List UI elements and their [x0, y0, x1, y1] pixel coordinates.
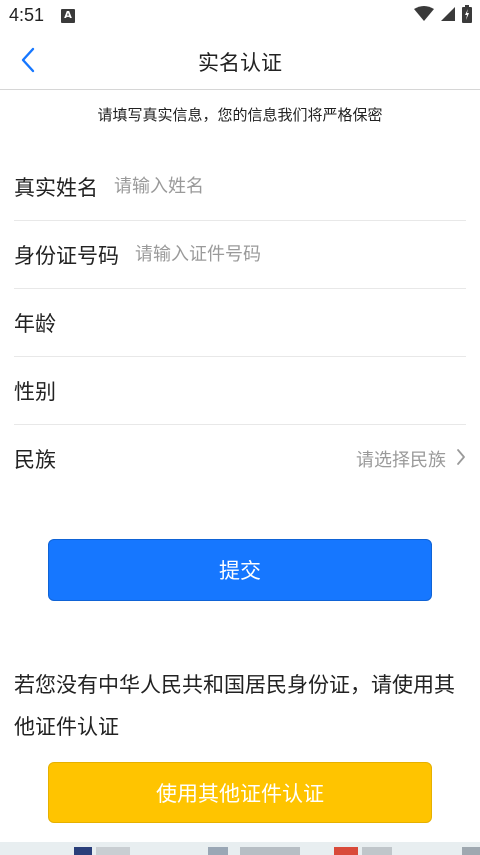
signal-icon [440, 6, 456, 26]
strip-mark [208, 847, 228, 855]
submit-button[interactable]: 提交 [48, 539, 432, 601]
wifi-icon [414, 6, 434, 26]
strip-mark [240, 847, 300, 855]
gender-row[interactable]: 性别 [14, 357, 466, 425]
ethnicity-row[interactable]: 民族 请选择民族 [14, 425, 466, 493]
strip-mark [96, 847, 130, 855]
other-document-button[interactable]: 使用其他证件认证 [48, 762, 432, 823]
verification-form: 真实姓名 身份证号码 年龄 性别 民族 请选择民族 [14, 153, 466, 493]
chevron-right-icon [456, 448, 466, 470]
id-number-row: 身份证号码 [14, 221, 466, 289]
name-label: 真实姓名 [14, 175, 98, 200]
id-number-input[interactable] [135, 234, 466, 275]
age-row[interactable]: 年龄 [14, 289, 466, 357]
status-bar: 4:51 A [0, 0, 480, 34]
other-document-label: 使用其他证件认证 [156, 781, 324, 806]
strip-mark [74, 847, 92, 855]
ethnicity-select[interactable]: 请选择民族 [356, 425, 466, 493]
strip-mark [462, 847, 480, 855]
nav-bar: 实名认证 [0, 34, 480, 90]
strip-mark [362, 847, 392, 855]
status-icons [414, 5, 472, 27]
age-field [72, 302, 466, 343]
bottom-strip [0, 842, 480, 855]
gender-label: 性别 [14, 379, 56, 404]
strip-mark [334, 847, 358, 855]
gender-field [72, 370, 466, 411]
notification-a-icon: A [61, 9, 75, 23]
page-title: 实名认证 [198, 51, 282, 75]
battery-icon [462, 5, 472, 27]
submit-label: 提交 [219, 559, 261, 583]
id-number-label: 身份证号码 [14, 243, 119, 268]
name-row: 真实姓名 [14, 153, 466, 221]
name-input[interactable] [114, 166, 466, 207]
privacy-notice: 请填写真实信息，您的信息我们将严格保密 [97, 106, 383, 124]
ethnicity-label: 民族 [14, 448, 56, 472]
status-time: 4:51 [9, 5, 45, 25]
ethnicity-placeholder: 请选择民族 [356, 450, 446, 471]
other-document-hint: 若您没有中华人民共和国居民身份证，请使用其他证件认证 [14, 673, 455, 739]
age-label: 年龄 [14, 311, 56, 336]
